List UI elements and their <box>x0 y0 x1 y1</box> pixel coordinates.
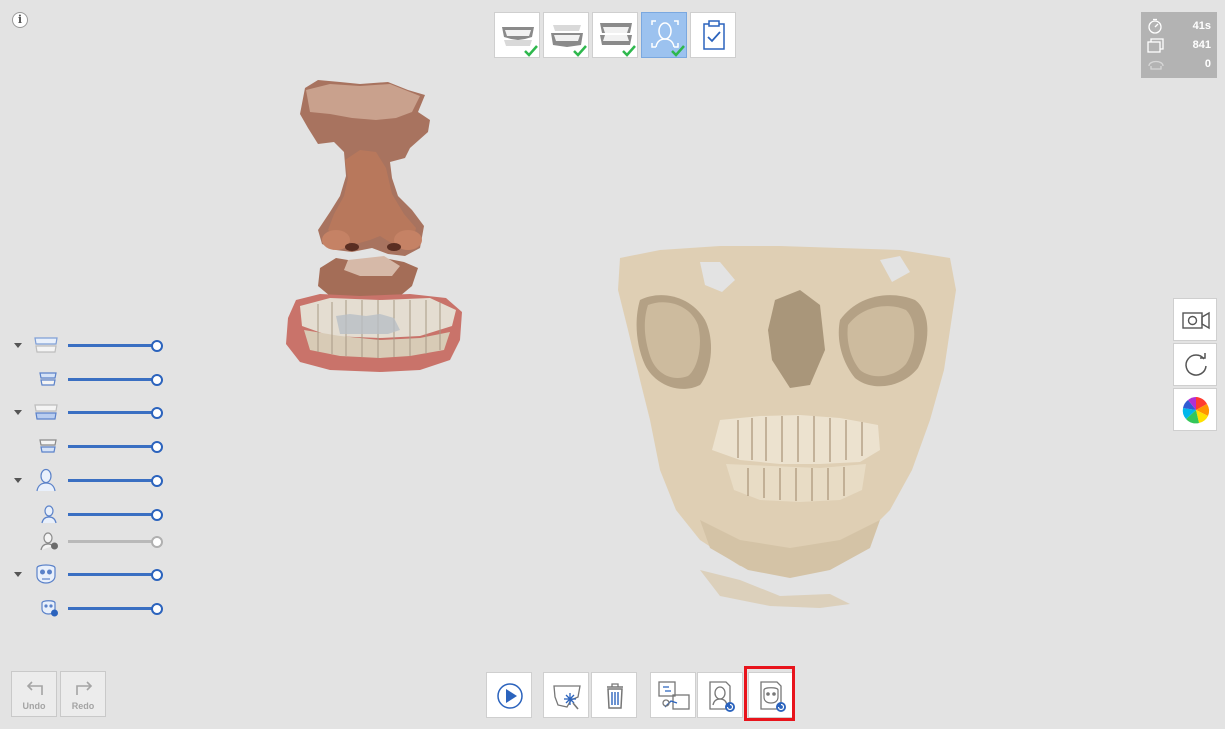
color-map-button[interactable] <box>1173 388 1217 431</box>
layer-row-skull-aligned <box>0 599 180 619</box>
layer-row-maxilla-sub <box>0 370 180 390</box>
layer-row-skull <box>0 562 180 586</box>
layer-row-face <box>0 468 180 492</box>
face-aligned-icon[interactable] <box>40 531 60 551</box>
expand-arrow-icon[interactable] <box>14 410 22 415</box>
error-count: 0 <box>1204 57 1211 70</box>
skull-aligned-opacity-track[interactable] <box>68 607 156 610</box>
upper-jaw-icon <box>502 27 538 57</box>
layer-row-face-aligned <box>0 532 180 552</box>
expand-arrow-icon[interactable] <box>14 572 22 577</box>
layer-row-mandible <box>0 403 180 423</box>
layer-row-maxilla <box>0 336 180 356</box>
align-icon <box>658 681 690 710</box>
upper-jaw-step-button[interactable] <box>494 12 540 58</box>
face-sub-opacity-knob[interactable] <box>151 509 163 521</box>
expand-arrow-icon[interactable] <box>14 478 22 483</box>
face-scan-icon <box>651 20 685 57</box>
frame-count: 841 <box>1192 38 1211 51</box>
trash-icon <box>607 683 623 709</box>
face-ct-align-button[interactable] <box>697 672 743 718</box>
maxilla-sub-opacity-track[interactable] <box>68 378 156 381</box>
occlusion-step-button[interactable] <box>592 12 638 58</box>
scan-time: 41s <box>1192 19 1211 32</box>
3d-viewport[interactable] <box>0 0 1225 729</box>
maxilla-sub-opacity-knob[interactable] <box>151 374 163 386</box>
face-align-icon <box>709 681 735 712</box>
view-tools <box>1173 298 1217 431</box>
face-aligned-opacity-knob[interactable] <box>151 536 163 548</box>
lower-jaw-icon <box>551 25 587 57</box>
face-sub-opacity-track[interactable] <box>68 513 156 516</box>
reset-view-button[interactable] <box>1173 343 1217 386</box>
clipboard-check-icon <box>703 20 725 50</box>
jaw-outline-icon <box>1148 60 1164 70</box>
highlight-box <box>744 666 795 721</box>
lasso-select-icon <box>553 685 581 710</box>
color-wheel-icon <box>1182 397 1210 424</box>
mandible-sub-icon[interactable] <box>38 437 58 455</box>
face-icon[interactable] <box>35 468 57 492</box>
mandible-opacity-knob[interactable] <box>151 407 163 419</box>
skull-opacity-track[interactable] <box>68 573 156 576</box>
delete-button[interactable] <box>591 672 637 718</box>
face-sub-icon[interactable] <box>40 504 58 524</box>
video-record-button[interactable] <box>1173 298 1217 341</box>
maxilla-icon[interactable] <box>33 334 59 356</box>
mandible-sub-opacity-knob[interactable] <box>151 441 163 453</box>
frames-icon <box>1147 37 1164 53</box>
video-camera-icon <box>1182 311 1210 330</box>
bottom-toolbar <box>0 672 1225 718</box>
maxilla-opacity-knob[interactable] <box>151 340 163 352</box>
play-icon <box>497 683 523 709</box>
skull-opacity-knob[interactable] <box>151 569 163 581</box>
face-aligned-opacity-track[interactable] <box>68 540 156 543</box>
workflow-toolbar <box>494 12 736 58</box>
rotate-icon <box>1185 353 1207 376</box>
lower-jaw-step-button[interactable] <box>543 12 589 58</box>
review-step-button[interactable] <box>690 12 736 58</box>
align-data-button[interactable] <box>650 672 696 718</box>
maxilla-sub-icon[interactable] <box>38 370 58 388</box>
mandible-icon[interactable] <box>33 401 59 423</box>
face-opacity-knob[interactable] <box>151 475 163 487</box>
skull-aligned-opacity-knob[interactable] <box>151 603 163 615</box>
expand-arrow-icon[interactable] <box>14 343 22 348</box>
face-scan-step-button[interactable] <box>641 12 687 58</box>
info-icon[interactable]: i <box>12 12 28 28</box>
layer-row-face-sub <box>0 505 180 525</box>
ct-skull-model[interactable] <box>618 246 956 608</box>
skull-icon[interactable] <box>34 562 58 586</box>
play-button[interactable] <box>486 672 532 718</box>
lasso-select-button[interactable] <box>543 672 589 718</box>
maxilla-opacity-track[interactable] <box>68 344 156 347</box>
layer-row-mandible-sub <box>0 437 180 457</box>
skull-aligned-icon[interactable] <box>40 598 60 618</box>
mandible-opacity-track[interactable] <box>68 411 156 414</box>
timer-icon <box>1148 18 1162 34</box>
face-scan-model[interactable] <box>286 80 462 372</box>
occlusion-icon <box>600 23 636 57</box>
mandible-sub-opacity-track[interactable] <box>68 445 156 448</box>
scan-stats-panel: 41s 841 0 <box>1141 12 1217 78</box>
face-opacity-track[interactable] <box>68 479 156 482</box>
